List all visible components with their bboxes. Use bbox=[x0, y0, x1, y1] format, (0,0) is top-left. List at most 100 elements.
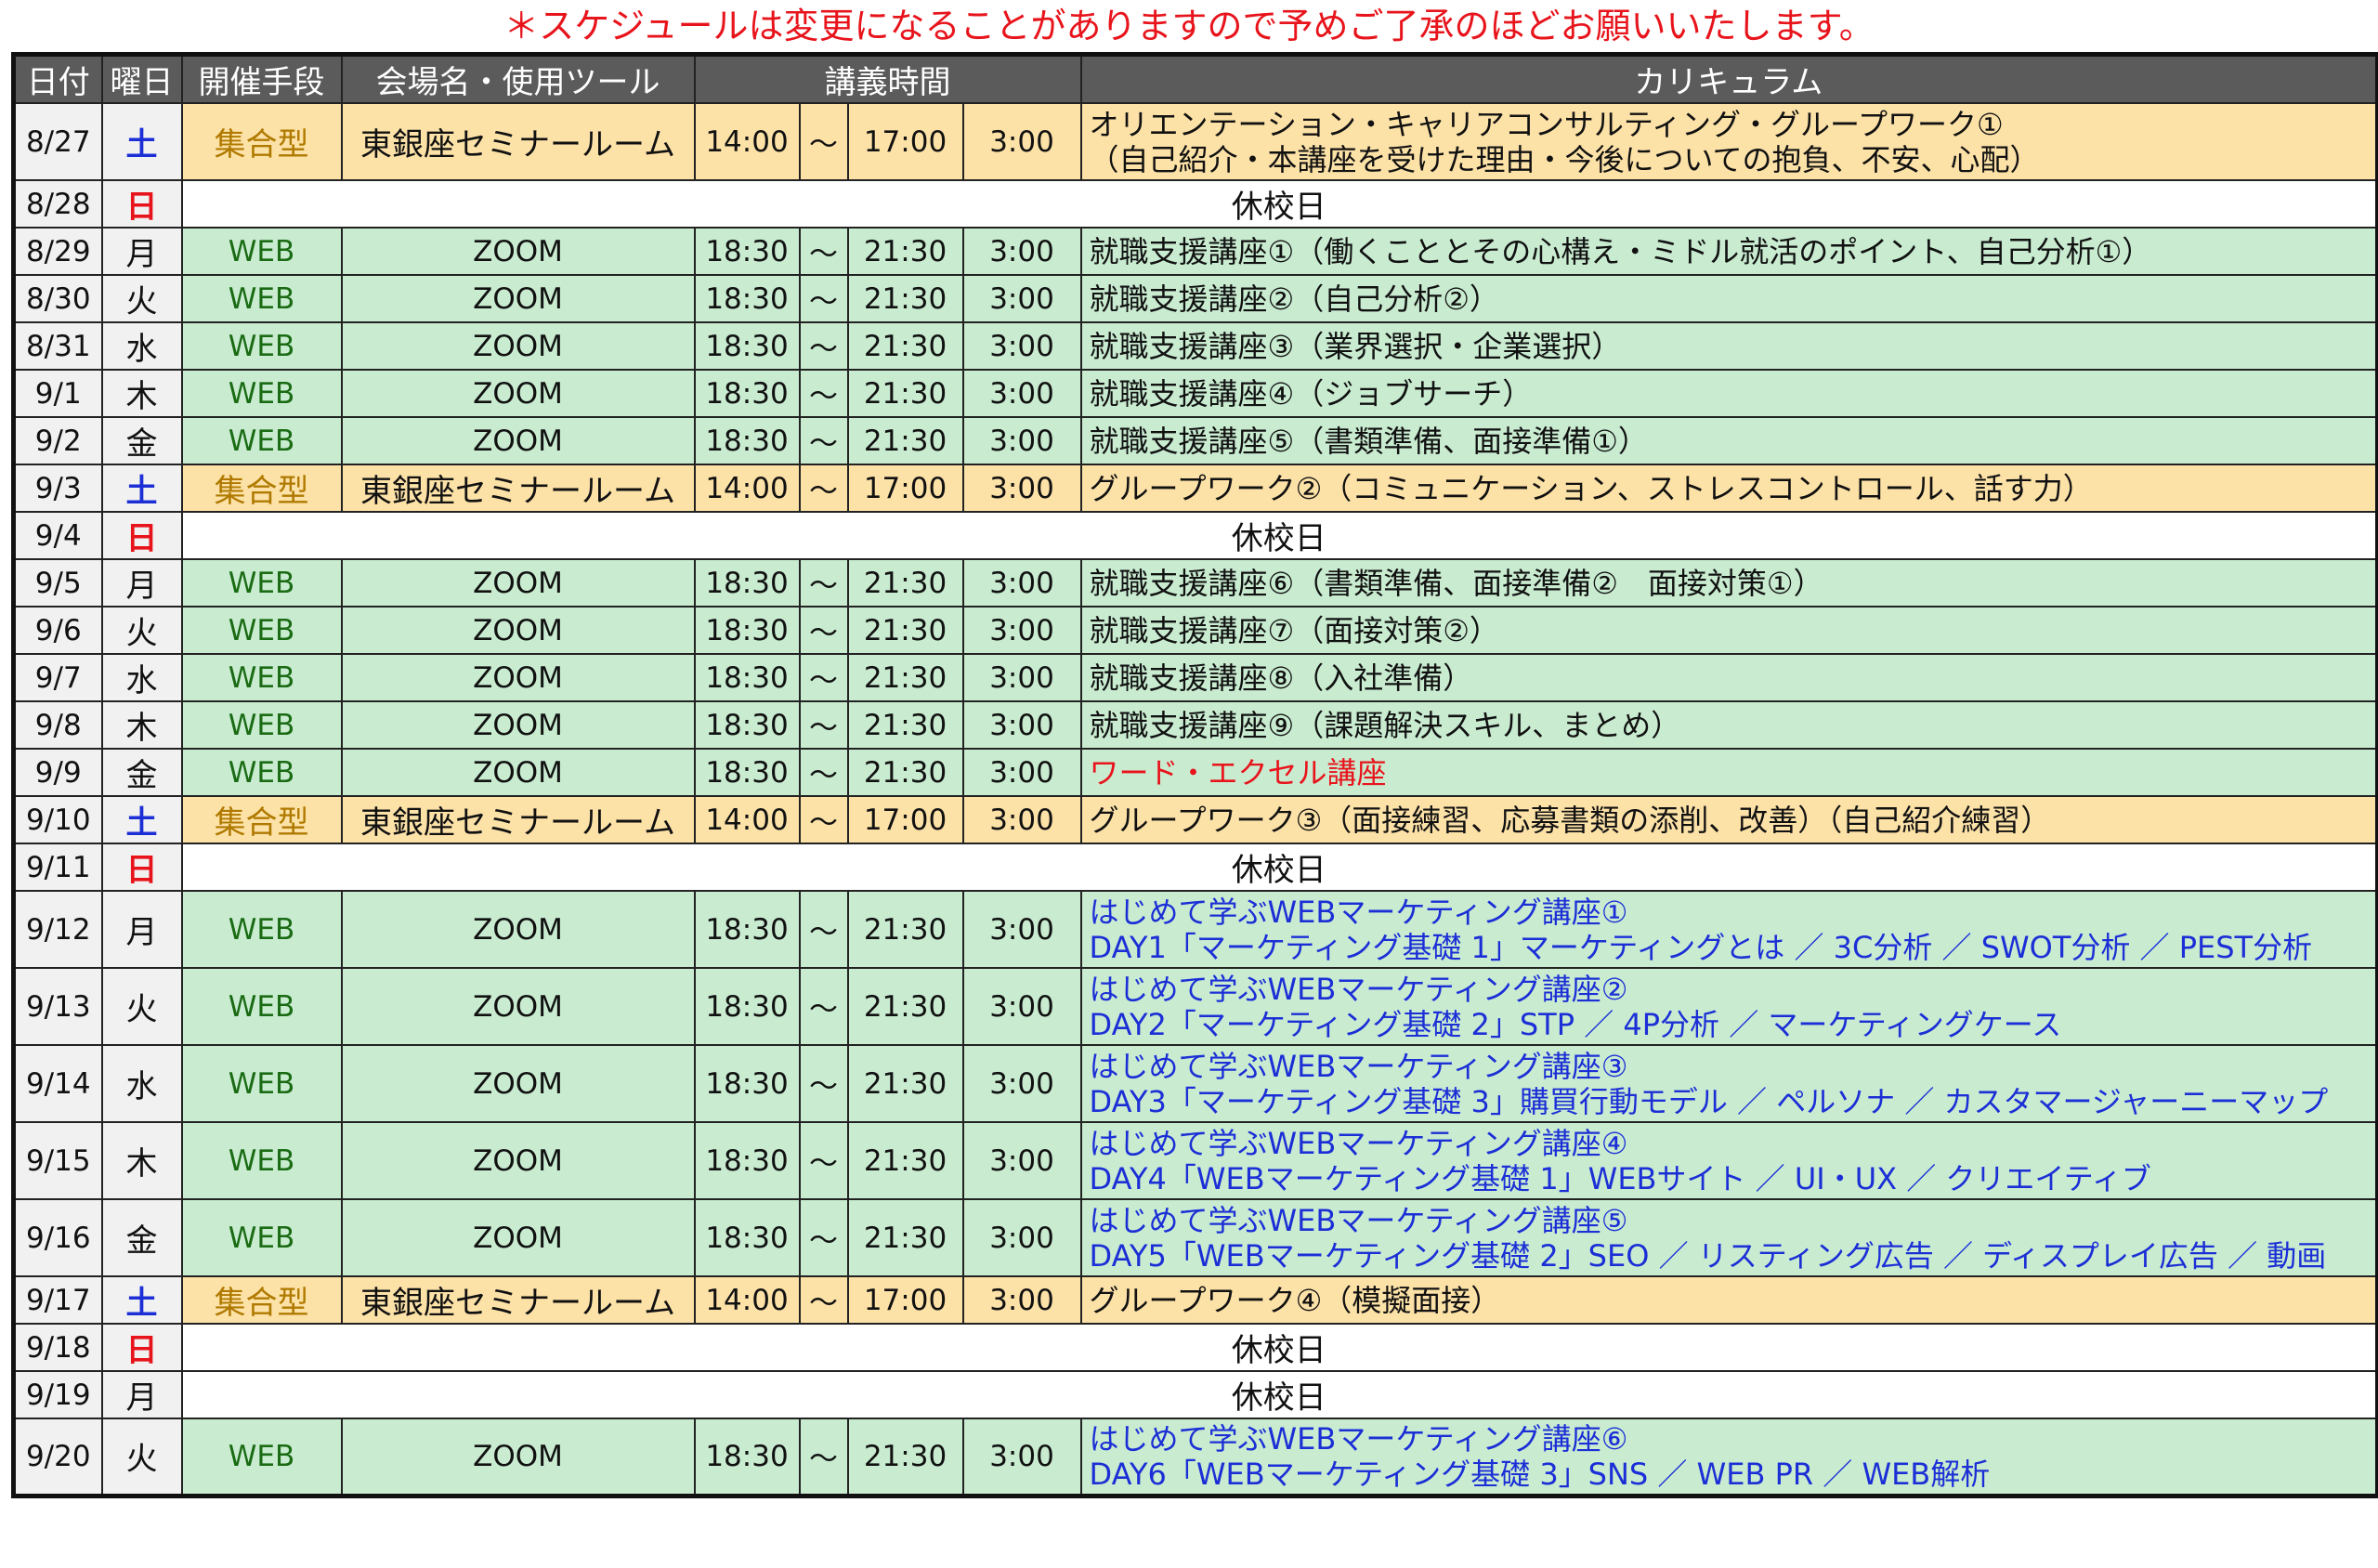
curriculum-cell: 就職支援講座③（業界選択・企業選択） bbox=[1079, 321, 2378, 371]
time-separator-cell: 〜 bbox=[798, 464, 849, 513]
curriculum-cell: ワード・エクセル講座 bbox=[1079, 748, 2378, 797]
duration-cell: 3:00 bbox=[961, 464, 1082, 513]
duration-cell: 3:00 bbox=[961, 795, 1082, 844]
schedule-row: 9/13 火 WEB ZOOM 18:30 〜 21:30 3:00 はじめて学ぶWEBマーケテ… bbox=[12, 967, 2378, 1046]
curriculum-line: 就職支援講座⑨（課題解決スキル、まとめ） bbox=[1089, 707, 1681, 743]
curriculum-cell: グループワーク④（模擬面接） bbox=[1079, 1275, 2378, 1325]
venue-cell: ZOOM bbox=[340, 227, 696, 276]
venue-cell: ZOOM bbox=[340, 967, 696, 1046]
time-separator-cell: 〜 bbox=[798, 890, 849, 969]
date-cell: 9/9 bbox=[12, 748, 103, 797]
duration-cell: 3:00 bbox=[961, 274, 1082, 323]
schedule-row: 9/2 金 WEB ZOOM 18:30 〜 21:30 3:00 就職支援講座⑤（書類準備、面… bbox=[12, 416, 2378, 465]
method-cell: WEB bbox=[180, 967, 343, 1046]
time-separator-cell: 〜 bbox=[798, 653, 849, 702]
curriculum-line: グループワーク④（模擬面接） bbox=[1089, 1282, 1501, 1318]
end-time-cell: 21:30 bbox=[846, 700, 964, 750]
holiday-cell: 休校日 bbox=[180, 511, 2378, 560]
schedule-row: 8/27 土集合型 東銀座セミナールーム 14:00 〜 17:00 3:00 オリエンテーシ… bbox=[12, 102, 2378, 181]
duration-cell: 3:00 bbox=[961, 748, 1082, 797]
venue-cell: ZOOM bbox=[340, 1121, 696, 1200]
time-separator-cell: 〜 bbox=[798, 795, 849, 844]
time-separator-cell: 〜 bbox=[798, 1275, 849, 1325]
venue-cell: ZOOM bbox=[340, 274, 696, 323]
start-time-cell: 18:30 bbox=[693, 558, 801, 608]
header-lecture-time: 講義時間 bbox=[693, 53, 1082, 104]
venue-cell: ZOOM bbox=[340, 653, 696, 702]
curriculum-cell: オリエンテーション・キャリアコンサルティング・グループワーク① （自己紹介・本講座… bbox=[1079, 102, 2378, 181]
duration-cell: 3:00 bbox=[961, 653, 1082, 702]
time-separator-cell: 〜 bbox=[798, 967, 849, 1046]
method-cell: 集合型 bbox=[180, 464, 343, 513]
curriculum-line: はじめて学ぶWEBマーケティング講座⑤ bbox=[1089, 1202, 1628, 1238]
end-time-cell: 21:30 bbox=[846, 748, 964, 797]
end-time-cell: 21:30 bbox=[846, 1418, 964, 1496]
schedule-row: 9/7 水 WEB ZOOM 18:30 〜 21:30 3:00 就職支援講座⑧（入社準備） bbox=[12, 653, 2378, 702]
schedule-row: 8/29 月 WEB ZOOM 18:30 〜 21:30 3:00 就職支援講座①（働くことと… bbox=[12, 227, 2378, 276]
curriculum-line: 就職支援講座⑥（書類準備、面接準備② 面接対策①） bbox=[1089, 565, 1823, 601]
venue-cell: ZOOM bbox=[340, 369, 696, 418]
schedule-row: 9/8 木 WEB ZOOM 18:30 〜 21:30 3:00 就職支援講座⑨（課題解決スキ… bbox=[12, 700, 2378, 750]
start-time-cell: 18:30 bbox=[693, 606, 801, 655]
duration-cell: 3:00 bbox=[961, 227, 1082, 276]
schedule-row: 9/6 火 WEB ZOOM 18:30 〜 21:30 3:00 就職支援講座⑦（面接対策②） bbox=[12, 606, 2378, 655]
header-venue: 会場名・使用ツール bbox=[340, 53, 696, 104]
curriculum-cell: 就職支援講座④（ジョブサーチ） bbox=[1079, 369, 2378, 418]
venue-cell: ZOOM bbox=[340, 700, 696, 750]
time-separator-cell: 〜 bbox=[798, 1044, 849, 1123]
time-separator-cell: 〜 bbox=[798, 700, 849, 750]
time-separator-cell: 〜 bbox=[798, 102, 849, 181]
day-of-week-cell: 火 bbox=[100, 1418, 183, 1496]
start-time-cell: 18:30 bbox=[693, 890, 801, 969]
schedule-row: 8/31 水 WEB ZOOM 18:30 〜 21:30 3:00 就職支援講座③（業界選択・… bbox=[12, 321, 2378, 371]
time-separator-cell: 〜 bbox=[798, 321, 849, 371]
date-cell: 9/7 bbox=[12, 653, 103, 702]
end-time-cell: 17:00 bbox=[846, 1275, 964, 1325]
date-cell: 8/30 bbox=[12, 274, 103, 323]
duration-cell: 3:00 bbox=[961, 606, 1082, 655]
schedule-row: 9/1 木 WEB ZOOM 18:30 〜 21:30 3:00 就職支援講座④（ジョブサーチ… bbox=[12, 369, 2378, 418]
method-cell: WEB bbox=[180, 227, 343, 276]
date-cell: 9/2 bbox=[12, 416, 103, 465]
curriculum-line: 就職支援講座①（働くこととその心構え・ミドル就活のポイント、自己分析①） bbox=[1089, 233, 2152, 269]
end-time-cell: 21:30 bbox=[846, 274, 964, 323]
start-time-cell: 18:30 bbox=[693, 369, 801, 418]
end-time-cell: 21:30 bbox=[846, 653, 964, 702]
date-cell: 9/17 bbox=[12, 1275, 103, 1325]
schedule-row: 8/28 日休校日 bbox=[12, 179, 2378, 229]
method-cell: WEB bbox=[180, 748, 343, 797]
day-of-week-cell: 木 bbox=[100, 369, 183, 418]
venue-cell: ZOOM bbox=[340, 890, 696, 969]
curriculum-cell: グループワーク②（コミュニケーション、ストレスコントロール、話す力） bbox=[1079, 464, 2378, 513]
start-time-cell: 18:30 bbox=[693, 416, 801, 465]
duration-cell: 3:00 bbox=[961, 1044, 1082, 1123]
time-separator-cell: 〜 bbox=[798, 227, 849, 276]
schedule-row: 9/10 土集合型 東銀座セミナールーム 14:00 〜 17:00 3:00 グループワーク… bbox=[12, 795, 2378, 844]
curriculum-line: はじめて学ぶWEBマーケティング講座⑥ bbox=[1089, 1420, 1628, 1457]
time-separator-cell: 〜 bbox=[798, 274, 849, 323]
duration-cell: 3:00 bbox=[961, 700, 1082, 750]
start-time-cell: 18:30 bbox=[693, 1418, 801, 1496]
day-of-week-cell: 水 bbox=[100, 653, 183, 702]
day-of-week-cell: 日 bbox=[100, 511, 183, 560]
start-time-cell: 14:00 bbox=[693, 464, 801, 513]
start-time-cell: 18:30 bbox=[693, 274, 801, 323]
end-time-cell: 21:30 bbox=[846, 1044, 964, 1123]
start-time-cell: 18:30 bbox=[693, 321, 801, 371]
day-of-week-cell: 金 bbox=[100, 416, 183, 465]
day-of-week-cell: 月 bbox=[100, 227, 183, 276]
venue-cell: ZOOM bbox=[340, 1198, 696, 1277]
schedule-row: 9/20 火 WEB ZOOM 18:30 〜 21:30 3:00 はじめて学ぶWEBマーケテ… bbox=[12, 1418, 2378, 1496]
time-separator-cell: 〜 bbox=[798, 748, 849, 797]
header-day-of-week: 曜日 bbox=[100, 53, 183, 104]
duration-cell: 3:00 bbox=[961, 416, 1082, 465]
curriculum-line: はじめて学ぶWEBマーケティング講座② bbox=[1089, 971, 1628, 1007]
curriculum-cell: 就職支援講座⑨（課題解決スキル、まとめ） bbox=[1079, 700, 2378, 750]
end-time-cell: 21:30 bbox=[846, 967, 964, 1046]
schedule-body: 8/27 土集合型 東銀座セミナールーム 14:00 〜 17:00 3:00 オリエンテーシ… bbox=[12, 102, 2378, 1496]
curriculum-cell: 就職支援講座⑦（面接対策②） bbox=[1079, 606, 2378, 655]
end-time-cell: 21:30 bbox=[846, 890, 964, 969]
method-cell: WEB bbox=[180, 416, 343, 465]
curriculum-cell: はじめて学ぶWEBマーケティング講座③ DAY3「マーケティング基礎 3」購買行動… bbox=[1079, 1044, 2378, 1123]
schedule-row: 9/17 土集合型 東銀座セミナールーム 14:00 〜 17:00 3:00 グループワーク… bbox=[12, 1275, 2378, 1325]
